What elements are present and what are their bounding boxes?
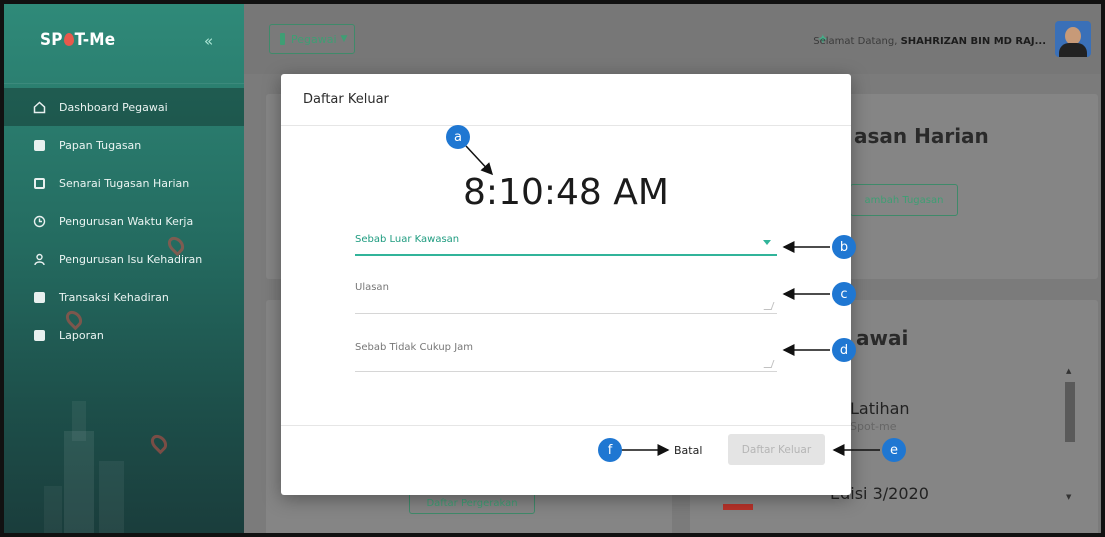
logo-pin-icon	[63, 33, 74, 46]
card-title: asan Harian	[854, 124, 989, 148]
sidebar-item-label: Senarai Tugasan Harian	[59, 176, 190, 190]
sidebar-item-waktu-kerja[interactable]: Pengurusan Waktu Kerja	[4, 202, 244, 240]
annotation-marker-b: b	[832, 235, 856, 259]
role-label: Pegawai	[291, 32, 337, 46]
caret-down-icon	[763, 240, 771, 245]
ulasan-textarea[interactable]: Ulasan	[355, 282, 777, 314]
sidebar-item-transaksi-kehadiran[interactable]: Transaksi Kehadiran	[4, 278, 244, 316]
reason-select-value: Sebab Luar Kawasan	[355, 234, 460, 245]
red-marker	[723, 504, 753, 510]
resize-grip-icon[interactable]	[763, 360, 775, 368]
sidebar-item-senarai-tugasan[interactable]: Senarai Tugasan Harian	[4, 164, 244, 202]
report-icon	[32, 328, 46, 342]
user-name: SHAHRIZAN BIN MD RAJ...	[900, 36, 1046, 47]
annotation-marker-d: d	[832, 338, 856, 362]
screen-frame: SP T-Me « Dashboard Pegawai Papan Tugasan…	[0, 0, 1105, 537]
annotation-marker-a: a	[446, 125, 470, 149]
list-icon	[32, 290, 46, 304]
sidebar-item-label: Pengurusan Isu Kehadiran	[59, 252, 203, 266]
modal-title: Daftar Keluar	[281, 74, 851, 126]
scroll-up-icon[interactable]: ▲	[1066, 367, 1071, 375]
welcome-text: Selamat Datang, SHAHRIZAN BIN MD RAJ...	[813, 36, 1046, 47]
home-icon	[32, 100, 46, 114]
sidebar-nav: Dashboard Pegawai Papan Tugasan Senarai …	[4, 88, 244, 354]
modal-footer: Batal Daftar Keluar	[281, 425, 851, 483]
app-logo: SP T-Me	[40, 30, 116, 50]
sidebar-item-isu-kehadiran[interactable]: Pengurusan Isu Kehadiran	[4, 240, 244, 278]
item-subtitle: Spot-me	[850, 420, 897, 433]
sidebar-item-label: Pengurusan Waktu Kerja	[59, 214, 194, 228]
clock-icon	[32, 214, 46, 228]
role-icon	[280, 33, 285, 45]
sidebar: SP T-Me « Dashboard Pegawai Papan Tugasan…	[4, 4, 244, 533]
task-list-icon	[32, 176, 46, 190]
scroll-thumb[interactable]	[1065, 382, 1075, 442]
sebab-placeholder: Sebab Tidak Cukup Jam	[355, 342, 474, 353]
submit-checkout-button[interactable]: Daftar Keluar	[728, 434, 825, 465]
card-title: awai	[856, 326, 909, 350]
annotation-marker-f: f	[598, 438, 622, 462]
board-icon	[32, 138, 46, 152]
checkout-modal: Daftar Keluar 8:10:48 AM Sebab Luar Kawa…	[281, 74, 851, 495]
sidebar-item-label: Papan Tugasan	[59, 138, 142, 152]
cancel-button[interactable]: Batal	[674, 444, 702, 457]
sidebar-item-label: Dashboard Pegawai	[59, 100, 168, 114]
sidebar-item-label: Laporan	[59, 328, 104, 342]
add-task-button[interactable]: ambah Tugasan	[850, 184, 958, 216]
avatar[interactable]	[1055, 21, 1091, 57]
reason-select[interactable]: Sebab Luar Kawasan	[355, 234, 777, 256]
clock-display: 8:10:48 AM	[463, 172, 669, 213]
sidebar-item-label: Transaksi Kehadiran	[59, 290, 169, 304]
scrollbar[interactable]: ▲ ▼	[1062, 364, 1078, 504]
collapse-sidebar-icon[interactable]: «	[204, 32, 213, 50]
building-illustration	[44, 401, 124, 533]
resize-grip-icon[interactable]	[763, 302, 775, 310]
top-bar: Pegawai ▼ ✦ Selamat Datang, SHAHRIZAN BI…	[244, 4, 1101, 74]
sebab-textarea[interactable]: Sebab Tidak Cukup Jam	[355, 342, 777, 372]
sidebar-item-papan-tugasan[interactable]: Papan Tugasan	[4, 126, 244, 164]
ulasan-placeholder: Ulasan	[355, 282, 389, 293]
sidebar-item-laporan[interactable]: Laporan	[4, 316, 244, 354]
annotation-marker-c: c	[832, 282, 856, 306]
role-dropdown-button[interactable]: Pegawai ▼	[269, 24, 355, 54]
daftar-pergerakan-button[interactable]: Daftar Pergerakan	[409, 492, 535, 514]
sidebar-header: SP T-Me «	[4, 4, 244, 84]
chevron-down-icon: ▼	[340, 34, 348, 44]
sidebar-item-dashboard[interactable]: Dashboard Pegawai	[4, 88, 244, 126]
scroll-down-icon[interactable]: ▼	[1066, 493, 1071, 501]
item-title: Latihan	[850, 399, 910, 418]
annotation-marker-e: e	[882, 438, 906, 462]
user-icon	[32, 252, 46, 266]
